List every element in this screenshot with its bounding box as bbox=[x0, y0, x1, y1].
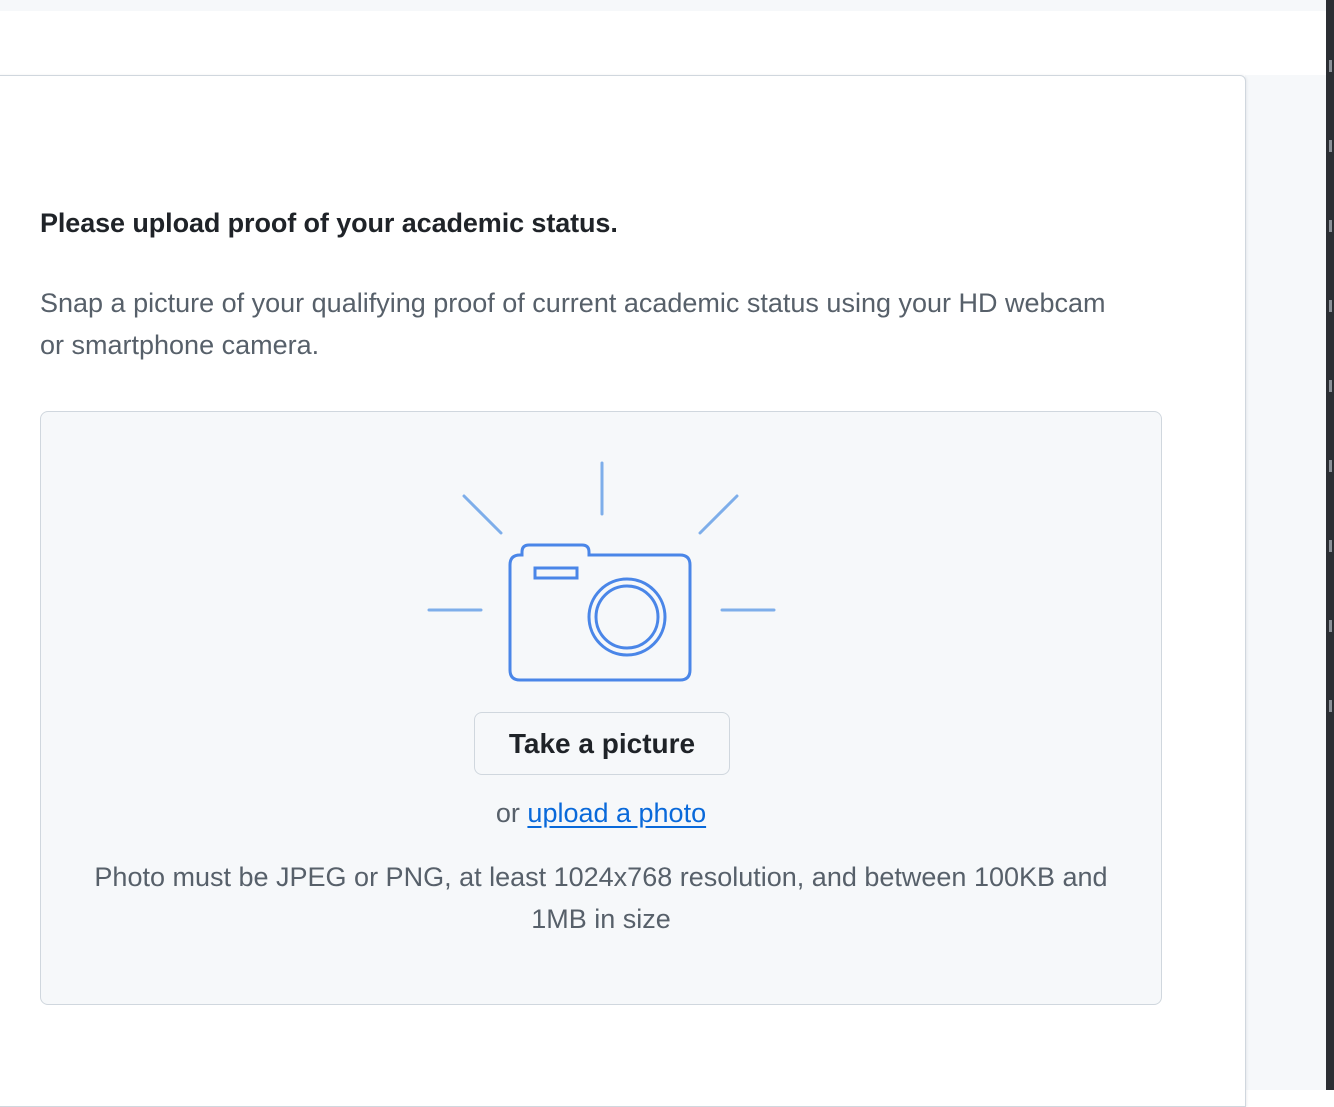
upload-photo-link[interactable]: upload a photo bbox=[527, 798, 706, 828]
header-area bbox=[0, 11, 1326, 75]
top-bar bbox=[0, 0, 1326, 11]
edge-mark bbox=[1329, 380, 1332, 392]
instructions-text: Snap a picture of your qualifying proof … bbox=[40, 288, 1106, 360]
edge-mark bbox=[1329, 460, 1332, 472]
page-title: Please upload proof of your academic sta… bbox=[40, 208, 618, 238]
or-text: or bbox=[495, 798, 528, 828]
edge-mark bbox=[1329, 540, 1332, 552]
photo-requirements: Photo must be JPEG or PNG, at least 1024… bbox=[94, 862, 1108, 934]
edge-mark bbox=[1329, 300, 1332, 312]
edge-mark bbox=[1329, 60, 1332, 72]
edge-mark bbox=[1329, 700, 1332, 712]
edge-mark bbox=[1329, 620, 1332, 632]
camera-icon bbox=[427, 461, 776, 682]
upload-alternative: or upload a photo bbox=[0, 798, 1202, 829]
edge-mark bbox=[1329, 140, 1332, 152]
window-edge bbox=[1326, 0, 1334, 1090]
take-picture-button[interactable]: Take a picture bbox=[474, 712, 730, 775]
camera-body bbox=[508, 543, 692, 682]
edge-mark bbox=[1329, 220, 1332, 232]
page-background bbox=[1245, 75, 1326, 1090]
